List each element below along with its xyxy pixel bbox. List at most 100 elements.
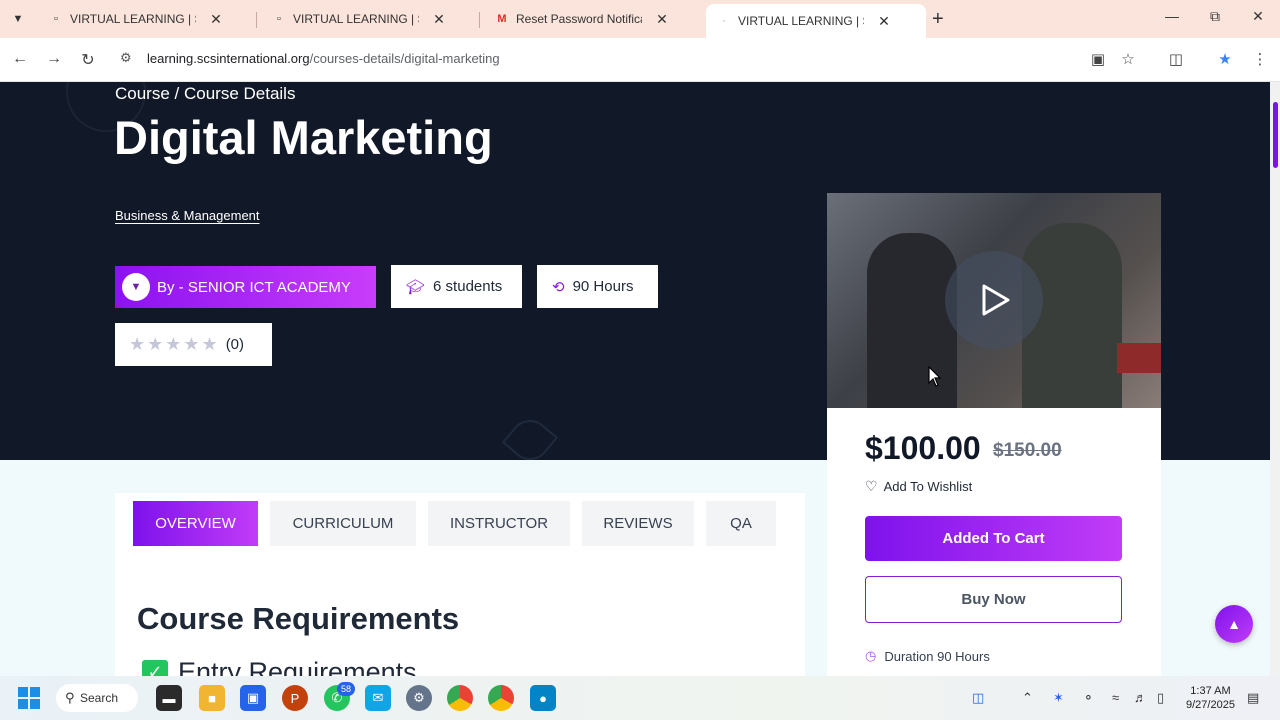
- page-icon: ▫: [277, 13, 281, 25]
- bluetooth-icon[interactable]: ✶: [1053, 690, 1064, 706]
- microsoft-store-icon[interactable]: ▣: [240, 685, 266, 711]
- battery-icon[interactable]: ▯: [1157, 690, 1164, 706]
- students-count-box: 🎓︎ 6 students: [391, 265, 522, 308]
- page-viewport: Course / Course Details Digital Marketin…: [0, 82, 1270, 676]
- page-icon: ▫: [54, 13, 58, 25]
- chrome-icon[interactable]: [447, 685, 473, 711]
- browser-tab-1[interactable]: ▫ VIRTUAL LEARNING | SENIOR ICT ✕: [38, 6, 224, 32]
- duration-info: ◷ Duration 90 Hours: [865, 648, 990, 664]
- notification-icon[interactable]: ▤: [1247, 690, 1259, 706]
- settings-gear-icon[interactable]: ⚙: [406, 685, 432, 711]
- windows-start-icon[interactable]: [18, 687, 40, 709]
- breadcrumb[interactable]: Course / Course Details: [115, 84, 295, 104]
- hours-label: 90 Hours: [572, 278, 634, 295]
- url-host: learning.scsinternational.org: [147, 51, 310, 66]
- powerpoint-icon[interactable]: P: [282, 685, 308, 711]
- tab-overview[interactable]: OVERVIEW: [133, 501, 258, 546]
- back-arrow-icon[interactable]: ←: [10, 50, 30, 70]
- pricing-card: $100.00 $150.00 ♡ Add To Wishlist Added …: [827, 408, 1161, 676]
- gmail-icon: M: [497, 13, 507, 25]
- widgets-icon[interactable]: ◫: [972, 690, 984, 706]
- task-view-icon[interactable]: ▬: [156, 685, 182, 711]
- search-icon: ⚲: [65, 690, 75, 705]
- meet-app-icon[interactable]: ●: [530, 685, 556, 711]
- restore-icon[interactable]: ⧉: [1205, 8, 1225, 25]
- microphone-icon[interactable]: ⚬: [1083, 690, 1094, 706]
- browser-toolbar: ← → ↻ ⚙ learning.scsinternational.org/co…: [0, 38, 1280, 82]
- wifi-icon[interactable]: ≈: [1112, 690, 1119, 705]
- reload-icon[interactable]: ↻: [78, 50, 98, 70]
- close-icon[interactable]: ✕: [431, 11, 447, 28]
- tab-instructor[interactable]: INSTRUCTOR: [428, 501, 570, 546]
- browser-tab-3[interactable]: M Reset Password Notification - m ✕: [484, 6, 670, 32]
- file-explorer-icon[interactable]: ■: [199, 685, 225, 711]
- tab-qa[interactable]: QA: [706, 501, 776, 546]
- tab-search-chevron-icon[interactable]: ▼: [6, 7, 30, 31]
- close-icon[interactable]: ✕: [208, 11, 224, 28]
- window-close-icon[interactable]: ✕: [1248, 8, 1268, 25]
- decorative-leaf: [501, 411, 559, 469]
- buy-now-button[interactable]: Buy Now: [865, 576, 1122, 623]
- bookmark-star-icon[interactable]: ☆: [1118, 50, 1138, 70]
- menu-kebab-icon[interactable]: ⋮: [1250, 50, 1270, 70]
- browser-tab-4-active[interactable]: · VIRTUAL LEARNING | SENIOR ICT ✕: [706, 4, 926, 38]
- add-to-wishlist-link[interactable]: ♡ Add To Wishlist: [865, 478, 972, 495]
- browser-tab-2[interactable]: ▫ VIRTUAL LEARNING | SENIOR ICT ✕: [261, 6, 447, 32]
- new-tab-plus-icon[interactable]: +: [932, 8, 944, 31]
- clock-icon: ◷: [865, 648, 877, 663]
- search-label: Search: [80, 691, 119, 705]
- current-price: $100.00: [865, 430, 981, 466]
- clock-date: 9/27/2025: [1186, 699, 1235, 711]
- category-link[interactable]: Business & Management: [115, 208, 260, 223]
- rating-count: (0): [225, 336, 245, 353]
- hours-box: ⟲ 90 Hours: [537, 265, 658, 308]
- url-text[interactable]: learning.scsinternational.org/courses-de…: [147, 51, 500, 66]
- chevron-up-icon: ▲: [1227, 616, 1241, 632]
- scroll-to-top-button[interactable]: ▲: [1215, 605, 1253, 643]
- video-background-object: [1117, 343, 1161, 373]
- course-preview-video[interactable]: [827, 193, 1161, 408]
- added-to-cart-button[interactable]: Added To Cart: [865, 516, 1122, 561]
- tab-reviews[interactable]: REVIEWS: [582, 501, 694, 546]
- requirement-item: ✓ Entry Requirements: [142, 657, 417, 676]
- star-rating-icon: ★★★★★: [129, 334, 220, 354]
- whatsapp-badge: 58: [337, 682, 355, 696]
- forward-arrow-icon[interactable]: →: [44, 50, 64, 70]
- play-button[interactable]: [945, 251, 1043, 349]
- address-bar[interactable]: ⚙ learning.scsinternational.org/courses-…: [110, 43, 1150, 75]
- scrollbar-thumb[interactable]: [1273, 102, 1278, 168]
- tab-title: Reset Password Notification - m: [516, 12, 642, 26]
- academy-logo-icon: ▼: [122, 273, 150, 301]
- instructor-button[interactable]: ▼ By - SENIOR ICT ACADEMY: [115, 266, 376, 308]
- show-hidden-icons-chevron-icon[interactable]: ⌃: [1022, 690, 1033, 706]
- section-title: Course Requirements: [137, 601, 460, 636]
- site-info-icon[interactable]: ⚙: [120, 50, 132, 66]
- url-path: /courses-details/digital-marketing: [309, 51, 500, 66]
- course-tabs: OVERVIEW CURRICULUM INSTRUCTOR REVIEWS Q…: [133, 501, 788, 546]
- windows-taskbar: ⚲ Search ▬ ■ ▣ P ✆ ✉ ⚙ ● ◫ ⌃ ✶ ⚬ ≈ ♬ ▯ 1…: [0, 676, 1280, 720]
- course-content-card: OVERVIEW CURRICULUM INSTRUCTOR REVIEWS Q…: [115, 493, 805, 676]
- taskbar-search[interactable]: ⚲ Search: [56, 684, 138, 712]
- tab-title: VIRTUAL LEARNING | SENIOR ICT: [70, 12, 196, 26]
- clock-time: 1:37 AM: [1190, 685, 1231, 697]
- system-clock[interactable]: 1:37 AM 9/27/2025: [1186, 684, 1235, 712]
- chrome-active-icon[interactable]: [488, 685, 514, 711]
- heart-icon: ♡: [865, 478, 878, 494]
- extensions-puzzle-icon[interactable]: ◫: [1166, 50, 1186, 70]
- requirement-label: Entry Requirements: [178, 657, 417, 676]
- install-app-icon[interactable]: ▣: [1088, 50, 1108, 70]
- minimize-icon[interactable]: —: [1162, 8, 1182, 24]
- rating-box: ★★★★★ (0): [115, 323, 272, 366]
- tab-divider: [256, 12, 257, 28]
- close-icon[interactable]: ✕: [654, 11, 670, 28]
- close-icon[interactable]: ✕: [876, 13, 892, 30]
- profile-icon[interactable]: ★: [1215, 50, 1235, 70]
- wishlist-label: Add To Wishlist: [883, 479, 973, 494]
- tab-strip: ▼ ▫ VIRTUAL LEARNING | SENIOR ICT ✕ ▫ VI…: [0, 0, 1280, 38]
- page-scrollbar[interactable]: [1270, 82, 1280, 676]
- tab-curriculum[interactable]: CURRICULUM: [270, 501, 416, 546]
- volume-icon[interactable]: ♬: [1134, 690, 1147, 705]
- tab-divider: [479, 12, 480, 28]
- mail-app-icon[interactable]: ✉: [365, 685, 391, 711]
- instructor-label: By - SENIOR ICT ACADEMY: [157, 278, 351, 296]
